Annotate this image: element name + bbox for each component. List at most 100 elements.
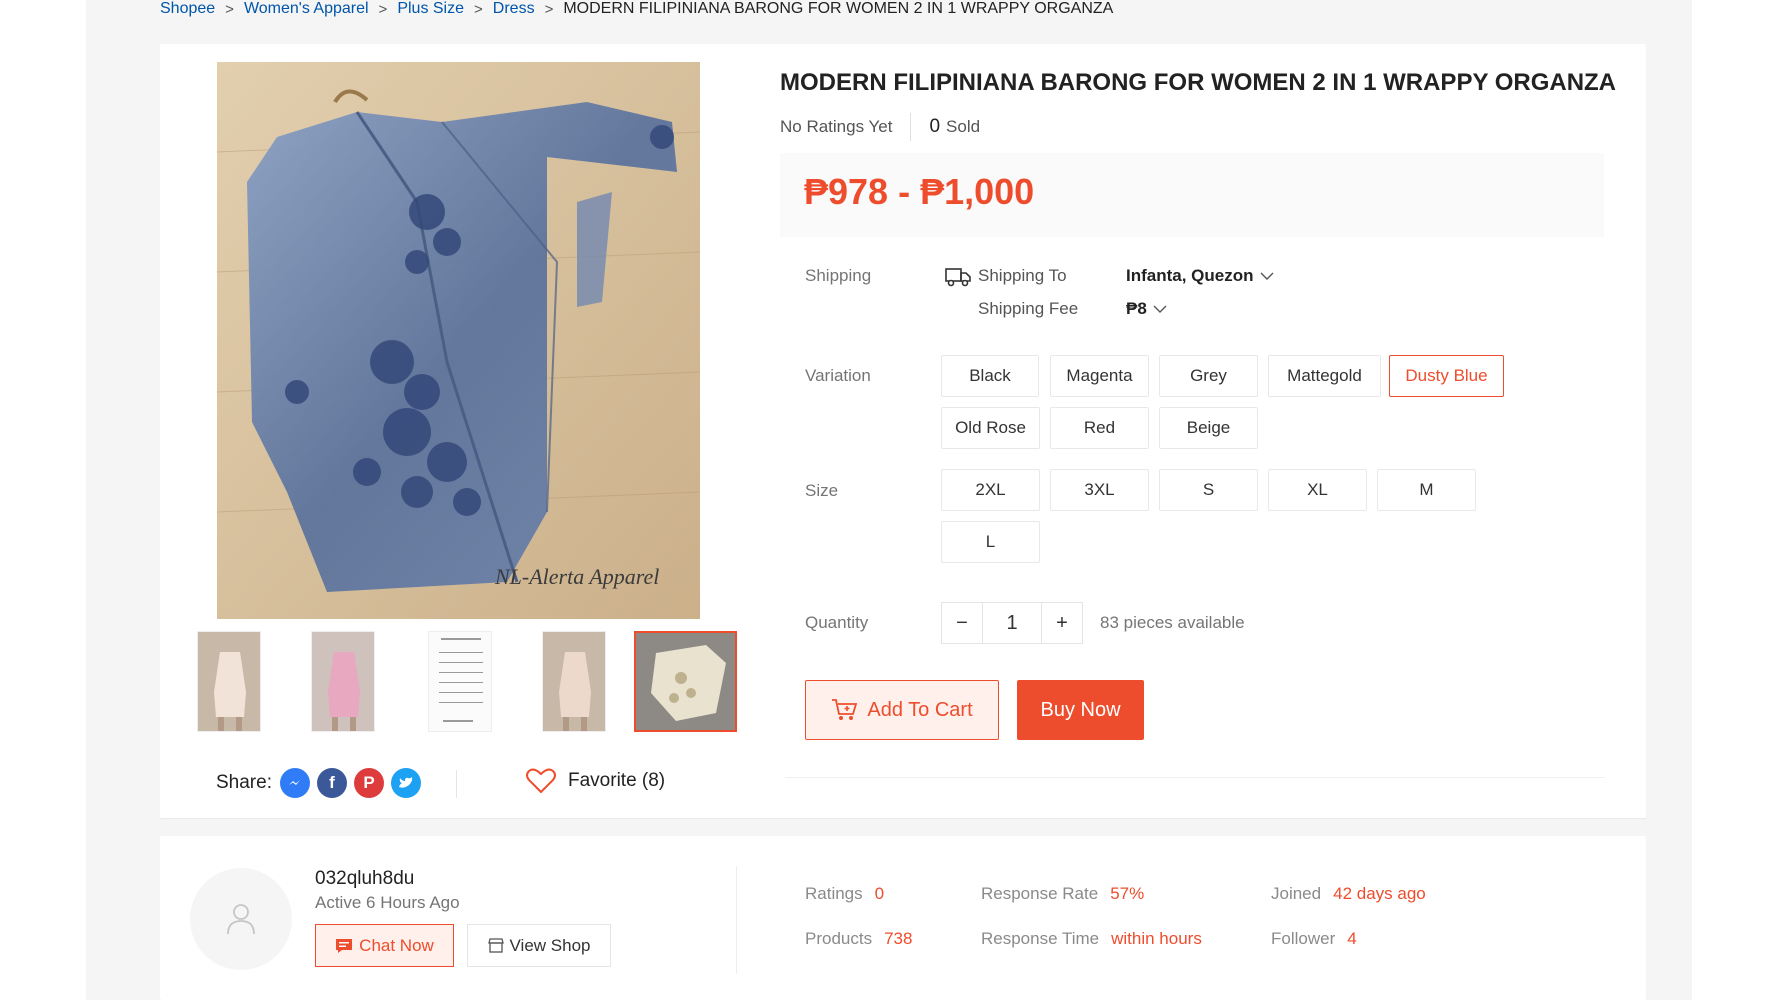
chat-now-button[interactable]: Chat Now [315, 924, 454, 967]
main-product-image[interactable]: NL-Alerta Apparel [217, 62, 700, 619]
shipping-to-label: Shipping To [978, 266, 1067, 285]
thumbnail-strip [197, 631, 737, 732]
chevron-down-icon [1153, 305, 1167, 313]
size-l[interactable]: L [941, 521, 1040, 563]
stat-products-key: Products [805, 929, 873, 948]
breadcrumb-dress[interactable]: Dress [493, 0, 535, 18]
shop-divider [736, 866, 737, 974]
messenger-icon[interactable] [279, 768, 310, 798]
pieces-available: 83 pieces available [1100, 613, 1245, 632]
stat-ratings-value: 0 [874, 884, 885, 903]
buy-now-button[interactable]: Buy Now [1017, 680, 1144, 740]
shop-name: 032qluh8du [315, 868, 415, 889]
size-m[interactable]: M [1377, 469, 1476, 511]
variation-magenta[interactable]: Magenta [1050, 355, 1149, 397]
stat-joined-value: 42 days ago [1333, 884, 1426, 903]
stat-response-rate: Response Rate 57% [981, 884, 1144, 904]
shop-card [160, 836, 1646, 1000]
shipping-fee-value: ₱8 [1126, 299, 1147, 318]
breadcrumb-current: MODERN FILIPINIANA BARONG FOR WOMEN 2 IN… [563, 0, 1114, 17]
breadcrumb-womens-apparel[interactable]: Women's Apparel [244, 0, 369, 18]
variation-grey[interactable]: Grey [1159, 355, 1258, 397]
shipping-fee-select[interactable]: ₱8 [1126, 299, 1167, 319]
variation-beige[interactable]: Beige [1159, 407, 1258, 449]
view-shop-button[interactable]: View Shop [467, 924, 611, 967]
breadcrumb-shopee[interactable]: Shopee [160, 0, 215, 18]
thumbnail-4[interactable] [542, 631, 606, 732]
cart-icon [832, 699, 858, 720]
size-s[interactable]: S [1159, 469, 1258, 511]
stat-response-time: Response Time within hours [981, 929, 1202, 949]
size-xl[interactable]: XL [1268, 469, 1367, 511]
stat-products: Products 738 [805, 929, 912, 949]
user-icon [227, 904, 255, 935]
favorite-button[interactable]: Favorite (8) [526, 768, 665, 794]
breadcrumb-separator: > [544, 0, 554, 18]
shipping-to-select[interactable]: Infanta, Quezon [1126, 266, 1274, 286]
stat-products-value: 738 [884, 929, 913, 948]
shipping-label: Shipping [805, 266, 872, 285]
variation-mattegold[interactable]: Mattegold [1268, 355, 1381, 397]
meta-divider [910, 113, 912, 141]
shop-active-status: Active 6 Hours Ago [315, 893, 460, 912]
price-box: ₱978 - ₱1,000 [780, 153, 1604, 237]
size-2xl[interactable]: 2XL [941, 469, 1040, 511]
variation-dusty-blue[interactable]: Dusty Blue [1389, 355, 1504, 397]
breadcrumb-separator: > [474, 0, 483, 18]
stat-follower-value: 4 [1347, 929, 1357, 948]
stat-response-time-value: within hours [1111, 929, 1202, 948]
stat-joined: Joined 42 days ago [1271, 884, 1426, 904]
quantity-label: Quantity [805, 613, 869, 632]
view-shop-label: View Shop [509, 935, 591, 955]
size-3xl[interactable]: 3XL [1050, 469, 1149, 511]
add-to-cart-button[interactable]: Add To Cart [805, 680, 999, 740]
variation-label: Variation [805, 366, 871, 385]
favorite-label: Favorite (8) [568, 770, 666, 791]
share-divider [456, 770, 457, 798]
avatar[interactable] [190, 868, 292, 970]
quantity-stepper: − 1 + [941, 602, 1083, 644]
stat-joined-key: Joined [1271, 884, 1322, 903]
stat-ratings: Ratings 0 [805, 884, 884, 904]
barong-photo: NL-Alerta Apparel [217, 62, 700, 619]
add-to-cart-label: Add To Cart [867, 698, 973, 721]
sold-label: Sold [946, 117, 981, 136]
ratings-text[interactable]: No Ratings Yet [780, 117, 892, 137]
variation-old-rose[interactable]: Old Rose [941, 407, 1040, 449]
stat-follower: Follower 4 [1271, 929, 1357, 949]
variation-red[interactable]: Red [1050, 407, 1149, 449]
facebook-icon[interactable]: f [316, 768, 347, 798]
share-row: Share: f P [216, 768, 421, 798]
stat-ratings-key: Ratings [805, 884, 863, 903]
chat-icon [336, 938, 353, 953]
product-meta: No Ratings Yet 0 Sold [780, 113, 980, 141]
breadcrumb: Shopee > Women's Apparel > Plus Size > D… [160, 0, 1113, 18]
quantity-input[interactable]: 1 [982, 603, 1042, 643]
product-price: ₱978 - ₱1,000 [804, 171, 1035, 212]
breadcrumb-plus-size[interactable]: Plus Size [397, 0, 464, 18]
truck-icon [945, 268, 971, 287]
info-divider [785, 777, 1605, 778]
quantity-increase-button[interactable]: + [1042, 603, 1082, 643]
shipping-fee-label: Shipping Fee [978, 299, 1079, 318]
shipping-to-value: Infanta, Quezon [1126, 266, 1254, 285]
chat-now-label: Chat Now [359, 935, 434, 955]
thumbnail-3[interactable] [428, 631, 492, 732]
thumbnail-5[interactable] [634, 631, 737, 732]
thumbnail-1[interactable] [197, 631, 261, 732]
stat-response-time-key: Response Time [981, 929, 1100, 948]
chevron-down-icon [1260, 272, 1273, 280]
thumbnail-2[interactable] [311, 631, 375, 732]
twitter-icon[interactable] [390, 768, 421, 798]
shop-icon [487, 938, 504, 953]
sold-count: 0 [929, 116, 941, 137]
quantity-decrease-button[interactable]: − [942, 603, 982, 643]
stat-response-rate-value: 57% [1110, 884, 1145, 903]
size-label: Size [805, 481, 839, 500]
pinterest-icon[interactable]: P [353, 768, 384, 798]
breadcrumb-separator: > [378, 0, 388, 18]
stat-response-rate-key: Response Rate [981, 884, 1099, 903]
variation-black[interactable]: Black [941, 355, 1039, 397]
stat-follower-key: Follower [1271, 929, 1336, 948]
share-label: Share: [216, 772, 272, 793]
